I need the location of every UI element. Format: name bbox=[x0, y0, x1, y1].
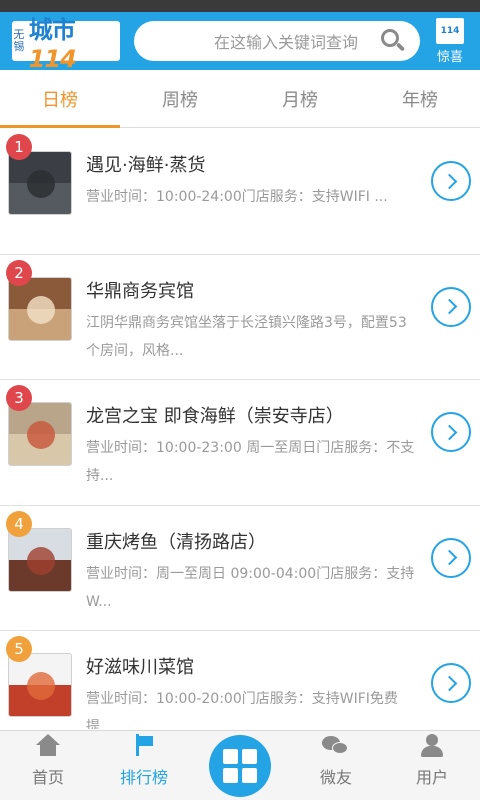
bottom-nav: 首页 排行榜 微友 用户 bbox=[0, 730, 480, 800]
tab-yearly[interactable]: 年榜 bbox=[360, 70, 480, 127]
nav-user-label: 用户 bbox=[415, 768, 448, 787]
grid-menu-icon[interactable] bbox=[209, 735, 271, 797]
rank-badge: 4 bbox=[6, 510, 32, 537]
item-thumbnail bbox=[8, 527, 72, 592]
rank-badge: 5 bbox=[6, 636, 32, 662]
app-header: 无锡 城市114 在这输入关键词查询 114 惊喜 bbox=[0, 12, 480, 73]
nav-ranking[interactable]: 排行榜 bbox=[96, 731, 192, 800]
search-input[interactable]: 在这输入关键词查询 bbox=[152, 29, 380, 53]
list-item[interactable]: 5 好滋味川菜馆 营业时间：10:00-20:00门店服务：支持WIFI免费提.… bbox=[0, 631, 480, 729]
list-item[interactable]: 1 遇见·海鲜·蒸货 营业时间：10:00-24:00门店服务：支持WIFI .… bbox=[0, 129, 480, 255]
chevron-right-icon[interactable] bbox=[431, 537, 471, 578]
nav-weiyou[interactable]: 微友 bbox=[288, 731, 384, 800]
tab-weekly[interactable]: 周榜 bbox=[120, 70, 240, 127]
logo-city: 无锡 bbox=[13, 28, 25, 53]
item-name: 重庆烤鱼（清扬路店） bbox=[86, 531, 266, 553]
home-icon bbox=[34, 734, 62, 758]
list-item[interactable]: 2 华鼎商务宾馆 江阴华鼎商务宾馆坐落于长泾镇兴隆路3号，配置53个房间，风格.… bbox=[0, 255, 480, 380]
flag-icon bbox=[130, 734, 158, 758]
rank-badge: 3 bbox=[6, 385, 32, 411]
app-logo[interactable]: 无锡 城市114 bbox=[12, 16, 120, 73]
logo-text: 城市114 bbox=[29, 10, 120, 73]
nav-center bbox=[192, 731, 288, 800]
item-thumbnail bbox=[8, 276, 72, 341]
item-description: 营业时间：10:00-23:00 周一至周日门店服务：不支持... bbox=[86, 440, 415, 484]
item-description: 营业时间：10:00-24:00门店服务：支持WIFI ... bbox=[86, 189, 388, 205]
nav-home-label: 首页 bbox=[31, 768, 64, 787]
rank-badge: 2 bbox=[6, 259, 32, 286]
chevron-right-icon[interactable] bbox=[431, 286, 471, 327]
logo-number: 114 bbox=[28, 44, 77, 73]
item-name: 龙宫之宝 即食海鲜（崇安寺店） bbox=[86, 406, 344, 427]
list-item[interactable]: 3 龙宫之宝 即食海鲜（崇安寺店） 营业时间：10:00-23:00 周一至周日… bbox=[0, 380, 480, 506]
surprise-button[interactable]: 114 惊喜 bbox=[430, 17, 470, 65]
item-name: 华鼎商务宾馆 bbox=[86, 280, 194, 302]
ranking-tabs: 日榜 周榜 月榜 年榜 bbox=[0, 70, 480, 128]
chevron-right-icon[interactable] bbox=[431, 412, 471, 452]
item-description: 营业时间：10:00-20:00门店服务：支持WIFI免费提... bbox=[86, 691, 398, 729]
rank-badge: 1 bbox=[6, 134, 32, 160]
nav-home[interactable]: 首页 bbox=[0, 731, 96, 800]
logo-text-cn: 城市 bbox=[28, 15, 76, 44]
nav-weiyou-label: 微友 bbox=[319, 768, 352, 787]
user-icon bbox=[418, 734, 446, 758]
nav-ranking-label: 排行榜 bbox=[119, 768, 168, 787]
item-thumbnail bbox=[8, 653, 72, 717]
surprise-icon: 114 bbox=[436, 17, 464, 44]
item-name: 好滋味川菜馆 bbox=[86, 657, 194, 678]
tab-monthly[interactable]: 月榜 bbox=[240, 70, 360, 127]
item-name: 遇见·海鲜·蒸货 bbox=[86, 155, 206, 176]
chevron-right-icon[interactable] bbox=[431, 161, 471, 201]
item-thumbnail bbox=[8, 151, 72, 215]
search-bar[interactable]: 在这输入关键词查询 bbox=[134, 21, 420, 61]
nav-user[interactable]: 用户 bbox=[384, 731, 480, 800]
item-description: 营业时间：周一至周日 09:00-04:00门店服务：支持W... bbox=[86, 565, 415, 610]
search-icon[interactable] bbox=[380, 28, 406, 54]
surprise-label: 惊喜 bbox=[436, 49, 463, 65]
list-item[interactable]: 4 重庆烤鱼（清扬路店） 营业时间：周一至周日 09:00-04:00门店服务：… bbox=[0, 506, 480, 631]
chat-icon bbox=[322, 734, 350, 758]
item-thumbnail bbox=[8, 402, 72, 466]
tab-daily[interactable]: 日榜 bbox=[0, 70, 120, 128]
chevron-right-icon[interactable] bbox=[431, 663, 471, 703]
item-description: 江阴华鼎商务宾馆坐落于长泾镇兴隆路3号，配置53个房间，风格... bbox=[86, 314, 407, 359]
ranking-list: 1 遇见·海鲜·蒸货 营业时间：10:00-24:00门店服务：支持WIFI .… bbox=[0, 129, 480, 729]
